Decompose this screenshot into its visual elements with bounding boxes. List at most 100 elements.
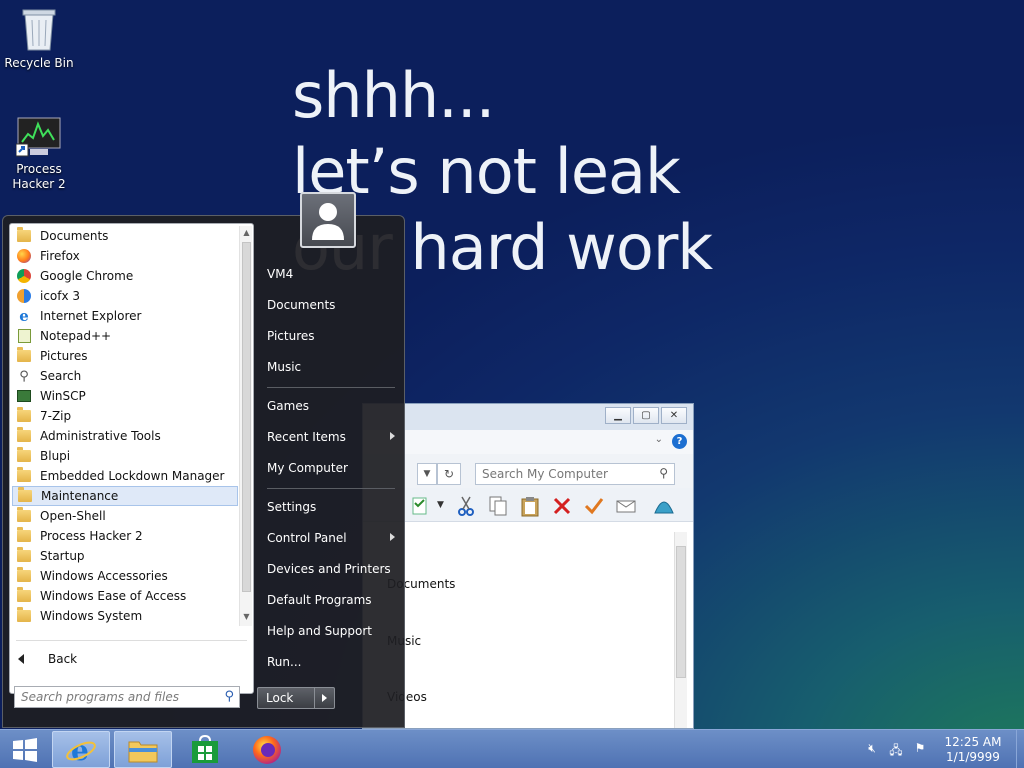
- program-label: Blupi: [40, 449, 71, 463]
- lock-button[interactable]: Lock: [257, 687, 335, 709]
- desktop-icon-recycle-bin[interactable]: Recycle Bin: [0, 6, 78, 71]
- start-item-recent-items[interactable]: Recent Items: [267, 430, 395, 444]
- program-label: Documents: [40, 229, 109, 243]
- scrollbar-thumb[interactable]: [242, 242, 251, 592]
- svg-text:e: e: [71, 734, 89, 766]
- start-item-devices-and-printers[interactable]: Devices and Printers: [267, 562, 395, 576]
- program-item-icofx[interactable]: icofx 3: [12, 286, 238, 306]
- speaker-muted-icon[interactable]: 🔇︎: [863, 741, 881, 759]
- program-item-notepadpp[interactable]: Notepad++: [12, 326, 238, 346]
- action-center-flag-icon[interactable]: ⚑: [911, 741, 929, 759]
- start-item-games[interactable]: Games: [267, 399, 395, 413]
- shell-icon[interactable]: [653, 495, 675, 517]
- scrollbar-thumb[interactable]: [676, 546, 686, 678]
- chrome-icon: [16, 268, 32, 284]
- start-item-pictures[interactable]: Pictures: [267, 329, 395, 343]
- network-icon[interactable]: 🖧︎: [887, 741, 905, 759]
- search-icon: ⚲: [224, 689, 234, 704]
- program-item-search[interactable]: ⚲ Search: [12, 366, 238, 386]
- folder-icon: [16, 447, 32, 464]
- scroll-up-icon[interactable]: ▲: [240, 228, 253, 240]
- divider: [267, 387, 395, 388]
- email-icon[interactable]: [615, 495, 637, 517]
- dropdown-arrow-icon[interactable]: ▼: [437, 500, 444, 510]
- program-item-startup[interactable]: Startup: [12, 546, 238, 566]
- start-item-control-panel[interactable]: Control Panel: [267, 531, 395, 545]
- submenu-arrow-icon: [390, 533, 395, 541]
- program-item-google-chrome[interactable]: Google Chrome: [12, 266, 238, 286]
- scroll-down-icon[interactable]: ▼: [240, 612, 253, 624]
- copy-icon[interactable]: [487, 495, 509, 517]
- refresh-button[interactable]: ↻: [437, 463, 461, 485]
- explorer-scrollbar[interactable]: [674, 532, 687, 728]
- program-item-windows-ease-of-access[interactable]: Windows Ease of Access: [12, 586, 238, 606]
- delete-icon[interactable]: [551, 495, 573, 517]
- program-item-administrative-tools[interactable]: Administrative Tools: [12, 426, 238, 446]
- program-item-pictures[interactable]: Pictures: [12, 346, 238, 366]
- properties-icon[interactable]: [409, 495, 431, 517]
- start-item-music[interactable]: Music: [267, 360, 395, 374]
- program-item-winscp[interactable]: WinSCP: [12, 386, 238, 406]
- start-menu-right-pane: VM4 Documents Pictures Music Games Recen…: [259, 216, 404, 729]
- start-item-run[interactable]: Run...: [267, 655, 395, 669]
- checkmark-icon[interactable]: [583, 495, 605, 517]
- help-icon[interactable]: ?: [672, 434, 687, 449]
- taskbar-clock[interactable]: 12:25 AM 1/1/9999: [938, 735, 1008, 765]
- start-item-default-programs[interactable]: Default Programs: [267, 593, 395, 607]
- program-label: Google Chrome: [40, 269, 134, 283]
- start-menu-programs-pane: Documents Firefox Google Chrome icofx 3 …: [9, 223, 254, 694]
- maximize-button[interactable]: ▢: [633, 407, 659, 424]
- back-arrow-icon: [18, 654, 24, 664]
- taskbar-firefox-button[interactable]: [238, 731, 296, 768]
- explorer-search-placeholder: Search My Computer: [482, 467, 608, 481]
- explorer-titlebar[interactable]: ▁ ▢ ✕: [363, 404, 693, 430]
- start-button[interactable]: [0, 730, 50, 768]
- start-item-my-computer[interactable]: My Computer: [267, 461, 395, 475]
- start-search-input[interactable]: Search programs and files ⚲: [14, 686, 240, 708]
- program-item-blupi[interactable]: Blupi: [12, 446, 238, 466]
- address-dropdown-button[interactable]: ▼: [417, 463, 437, 485]
- program-list-scrollbar[interactable]: ▲ ▼: [239, 226, 252, 626]
- start-item-user[interactable]: VM4: [267, 267, 395, 281]
- chevron-down-icon[interactable]: ⌄: [655, 434, 663, 445]
- explorer-search-input[interactable]: Search My Computer ⚲: [475, 463, 675, 485]
- start-item-help-and-support[interactable]: Help and Support: [267, 624, 395, 638]
- user-avatar-icon: [312, 203, 344, 240]
- user-picture[interactable]: [300, 192, 356, 248]
- program-item-windows-system[interactable]: Windows System: [12, 606, 238, 626]
- program-item-maintenance[interactable]: Maintenance: [12, 486, 238, 506]
- program-item-windows-accessories[interactable]: Windows Accessories: [12, 566, 238, 586]
- taskbar-file-explorer-button[interactable]: [114, 731, 172, 768]
- search-icon: ⚲: [659, 466, 668, 480]
- taskbar-store-button[interactable]: [176, 731, 234, 768]
- explorer-content: Documents Music Videos: [363, 522, 693, 728]
- lock-options-arrow-icon[interactable]: [314, 688, 334, 708]
- program-item-embedded-lockdown-manager[interactable]: Embedded Lockdown Manager: [12, 466, 238, 486]
- program-item-internet-explorer[interactable]: e Internet Explorer: [12, 306, 238, 326]
- program-item-firefox[interactable]: Firefox: [12, 246, 238, 266]
- cut-icon[interactable]: [455, 495, 477, 517]
- close-button[interactable]: ✕: [661, 407, 687, 424]
- clock-time: 12:25 AM: [944, 734, 1002, 749]
- program-item-process-hacker[interactable]: Process Hacker 2: [12, 526, 238, 546]
- ie-icon: e: [19, 307, 29, 325]
- minimize-button[interactable]: ▁: [605, 407, 631, 424]
- program-label: Search: [40, 369, 82, 383]
- program-item-documents[interactable]: Documents: [12, 226, 238, 246]
- show-desktop-button[interactable]: [1016, 730, 1024, 768]
- taskbar-ie-button[interactable]: e: [52, 731, 110, 768]
- desktop-icon-process-hacker[interactable]: Process Hacker 2: [0, 116, 78, 192]
- program-label: Windows Accessories: [40, 569, 168, 583]
- program-label: Embedded Lockdown Manager: [40, 469, 225, 483]
- explorer-address-bar: ▼ ↻ Search My Computer ⚲: [363, 454, 693, 488]
- start-item-settings[interactable]: Settings: [267, 500, 395, 514]
- start-item-label: Recent Items: [267, 430, 346, 444]
- back-button[interactable]: Back: [18, 652, 77, 666]
- desktop-icon-label: Recycle Bin: [4, 56, 74, 70]
- folder-icon: [16, 567, 32, 584]
- program-item-open-shell[interactable]: Open-Shell: [12, 506, 238, 526]
- program-label: 7-Zip: [40, 409, 72, 423]
- start-item-documents[interactable]: Documents: [267, 298, 395, 312]
- paste-icon[interactable]: [519, 495, 541, 517]
- program-item-7zip[interactable]: 7-Zip: [12, 406, 238, 426]
